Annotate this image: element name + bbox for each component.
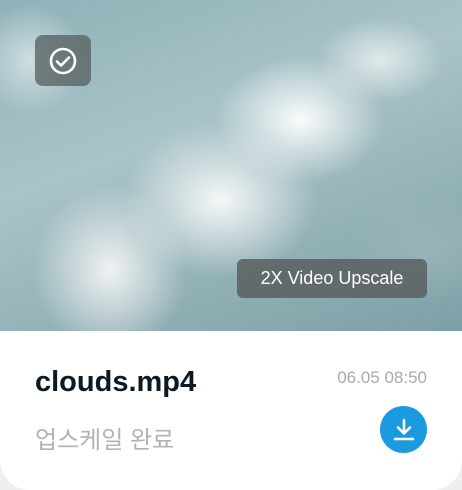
status-text: 업스케일 완료 xyxy=(35,427,175,454)
download-button[interactable] xyxy=(380,406,427,453)
check-circle-icon xyxy=(49,47,77,74)
video-card[interactable]: 2X Video Upscale clouds.mp4 업스케일 완료 06.0… xyxy=(0,0,462,490)
timestamp: 06.05 08:50 xyxy=(337,368,427,387)
upscale-badge: 2X Video Upscale xyxy=(237,259,427,298)
download-icon xyxy=(393,418,414,440)
select-checkbox[interactable] xyxy=(35,35,91,86)
video-thumbnail[interactable]: 2X Video Upscale xyxy=(0,0,462,331)
file-name: clouds.mp4 xyxy=(35,366,197,398)
